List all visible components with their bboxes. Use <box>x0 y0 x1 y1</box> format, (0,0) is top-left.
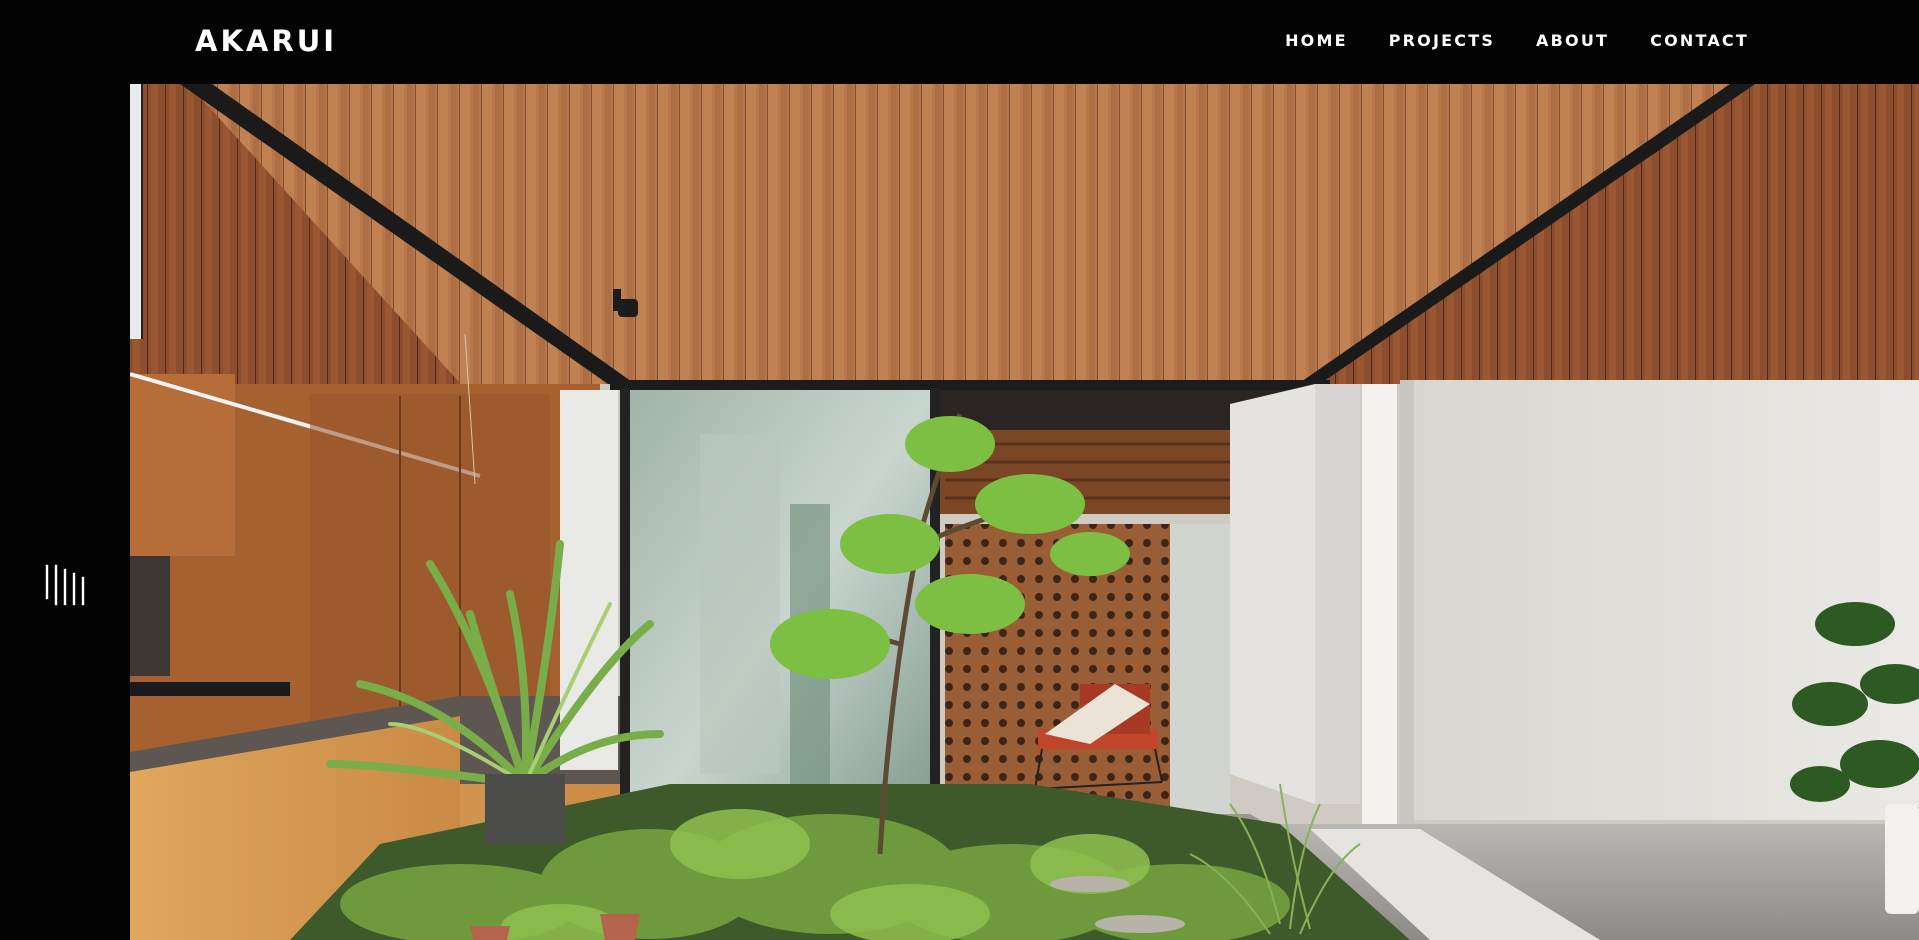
nav-contact-link[interactable]: CONTACT <box>1650 30 1749 52</box>
nav-about-link[interactable]: ABOUT <box>1536 30 1609 52</box>
site-header: AKARUI HOME PROJECTS ABOUT CONTACT <box>0 0 1919 84</box>
site-logo[interactable]: AKARUI <box>195 22 337 60</box>
main-nav: HOME PROJECTS ABOUT CONTACT <box>1285 30 1749 52</box>
side-rail <box>0 84 130 940</box>
vertical-lines-menu-icon <box>45 564 85 606</box>
nav-projects-link[interactable]: PROJECTS <box>1389 30 1495 52</box>
menu-toggle-button[interactable] <box>44 564 86 606</box>
hero-image: courtyard-garden-timber-house-photo <box>130 84 1919 940</box>
page: AKARUI HOME PROJECTS ABOUT CONTACT <box>0 0 1919 940</box>
nav-home-link[interactable]: HOME <box>1285 30 1348 52</box>
courtyard-photo <box>130 84 1919 940</box>
